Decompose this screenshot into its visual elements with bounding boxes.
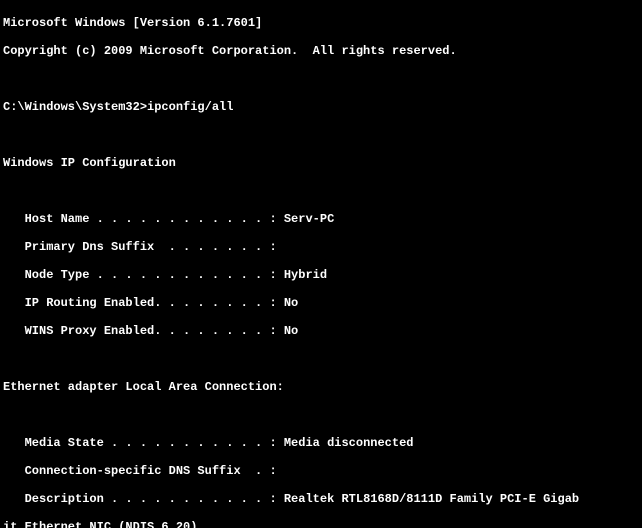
copyright-line: Copyright (c) 2009 Microsoft Corporation… [3,44,642,58]
adapter1-description: Description . . . . . . . . . . . : Real… [3,492,642,506]
node-type-label: Node Type . . . . . . . . . . . . : [3,268,284,282]
blank-line [3,184,642,198]
ipconfig-header: Windows IP Configuration [3,156,642,170]
ip-routing-value: No [284,296,298,310]
media-state-value: Media disconnected [284,436,414,450]
blank-line [3,128,642,142]
adapter1-title: Ethernet adapter Local Area Connection: [3,380,642,394]
node-type-line: Node Type . . . . . . . . . . . . : Hybr… [3,268,642,282]
primary-dns-label: Primary Dns Suffix . . . . . . . : [3,240,277,254]
blank-line [3,408,642,422]
description-value: Realtek RTL8168D/8111D Family PCI-E Giga… [284,492,579,506]
command-line-1: C:\Windows\System32>ipconfig/all [3,100,642,114]
host-name-line: Host Name . . . . . . . . . . . . : Serv… [3,212,642,226]
ip-routing-line: IP Routing Enabled. . . . . . . . : No [3,296,642,310]
adapter1-description-continued: it Ethernet NIC (NDIS 6.20) [3,520,642,528]
adapter1-media-state: Media State . . . . . . . . . . . : Medi… [3,436,642,450]
adapter1-dns-suffix: Connection-specific DNS Suffix . : [3,464,642,478]
host-name-value: Serv-PC [284,212,334,226]
media-state-label: Media State . . . . . . . . . . . : [3,436,284,450]
os-version-line: Microsoft Windows [Version 6.1.7601] [3,16,642,30]
primary-dns-line: Primary Dns Suffix . . . . . . . : [3,240,642,254]
blank-line [3,72,642,86]
blank-line [3,352,642,366]
wins-proxy-value: No [284,324,298,338]
ip-routing-label: IP Routing Enabled. . . . . . . . : [3,296,284,310]
wins-proxy-line: WINS Proxy Enabled. . . . . . . . : No [3,324,642,338]
dns-suffix-label: Connection-specific DNS Suffix . : [3,464,277,478]
description-label: Description . . . . . . . . . . . : [3,492,284,506]
wins-proxy-label: WINS Proxy Enabled. . . . . . . . : [3,324,284,338]
terminal-output: Microsoft Windows [Version 6.1.7601] Cop… [0,0,642,528]
host-name-label: Host Name . . . . . . . . . . . . : [3,212,284,226]
node-type-value: Hybrid [284,268,327,282]
